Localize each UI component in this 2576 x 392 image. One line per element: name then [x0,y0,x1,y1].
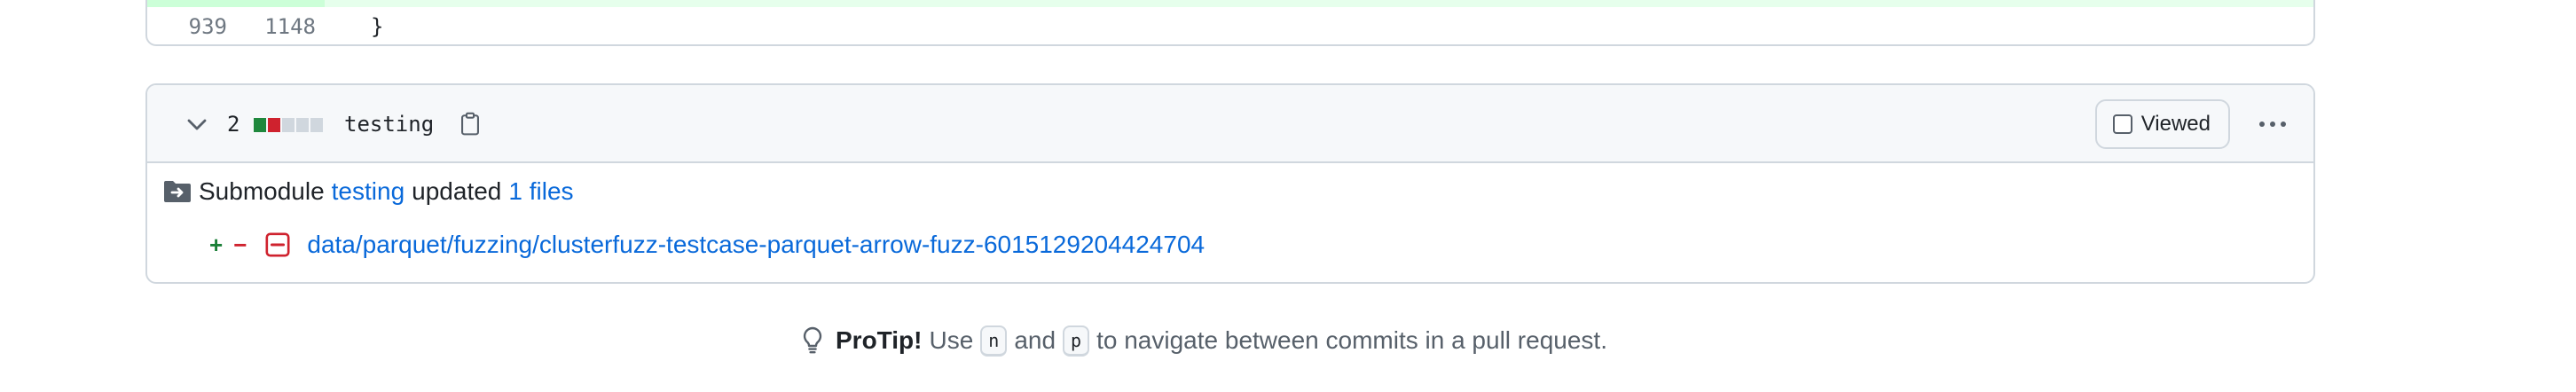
viewed-checkbox[interactable] [2112,114,2132,134]
submodule-link[interactable]: testing [332,177,405,206]
old-line-number[interactable]: 939 [156,7,227,44]
viewed-toggle[interactable]: Viewed [2094,99,2230,149]
protip-label: ProTip! [836,326,923,354]
submodule-prefix: Submodule [199,177,325,205]
diffstat-block-neutral [310,118,323,132]
diffstat-block-deleted [268,118,280,132]
submodule-summary: Submodule testing updated 1 files [163,172,574,211]
file-body: Submodule testing updated 1 files + − da… [147,163,2313,282]
deletions-marker: − [233,231,247,258]
file-header: 2 testing Viewed [147,85,2313,163]
changed-file-entry: + − data/parquet/fuzzing/clusterfuzz-tes… [209,225,1205,264]
diffstat-block-neutral [282,118,295,132]
changes-count: 2 [227,112,240,137]
code-line: 939 1148 } [147,7,2313,44]
additions-marker: + [209,231,224,258]
protip: ProTip! Use n and p to navigate between … [802,321,1607,360]
protip-rest: to navigate between commits in a pull re… [1096,326,1607,354]
file-name[interactable]: testing [344,106,434,142]
copy-icon[interactable] [454,108,486,140]
file-diff-testing: 2 testing Viewed Submodule testing updat… [145,83,2315,284]
kebab-horizontal-icon[interactable] [2251,105,2294,144]
diffstat-block-neutral [296,118,309,132]
kbd-n: n [980,325,1008,357]
protip-and: and [1014,326,1056,354]
submodule-files-link[interactable]: 1 files [508,177,573,206]
light-bulb-icon [802,325,829,356]
submodule-updated-text: updated [412,177,502,205]
new-line-number[interactable]: 1148 [236,7,316,44]
diff-removed-icon [264,231,291,258]
protip-use: Use [929,326,974,354]
code-text: } [371,14,384,39]
viewed-label: Viewed [2140,112,2211,136]
previous-file-diff: 939 1148 } [145,0,2315,46]
chevron-down-icon[interactable] [183,110,211,138]
changed-file-link[interactable]: data/parquet/fuzzing/clusterfuzz-testcas… [307,231,1205,259]
added-line-strip [147,0,2313,7]
diffstat [254,118,323,132]
file-submodule-icon [163,177,192,206]
diffstat-block-added [254,118,266,132]
kbd-p: p [1063,325,1090,357]
